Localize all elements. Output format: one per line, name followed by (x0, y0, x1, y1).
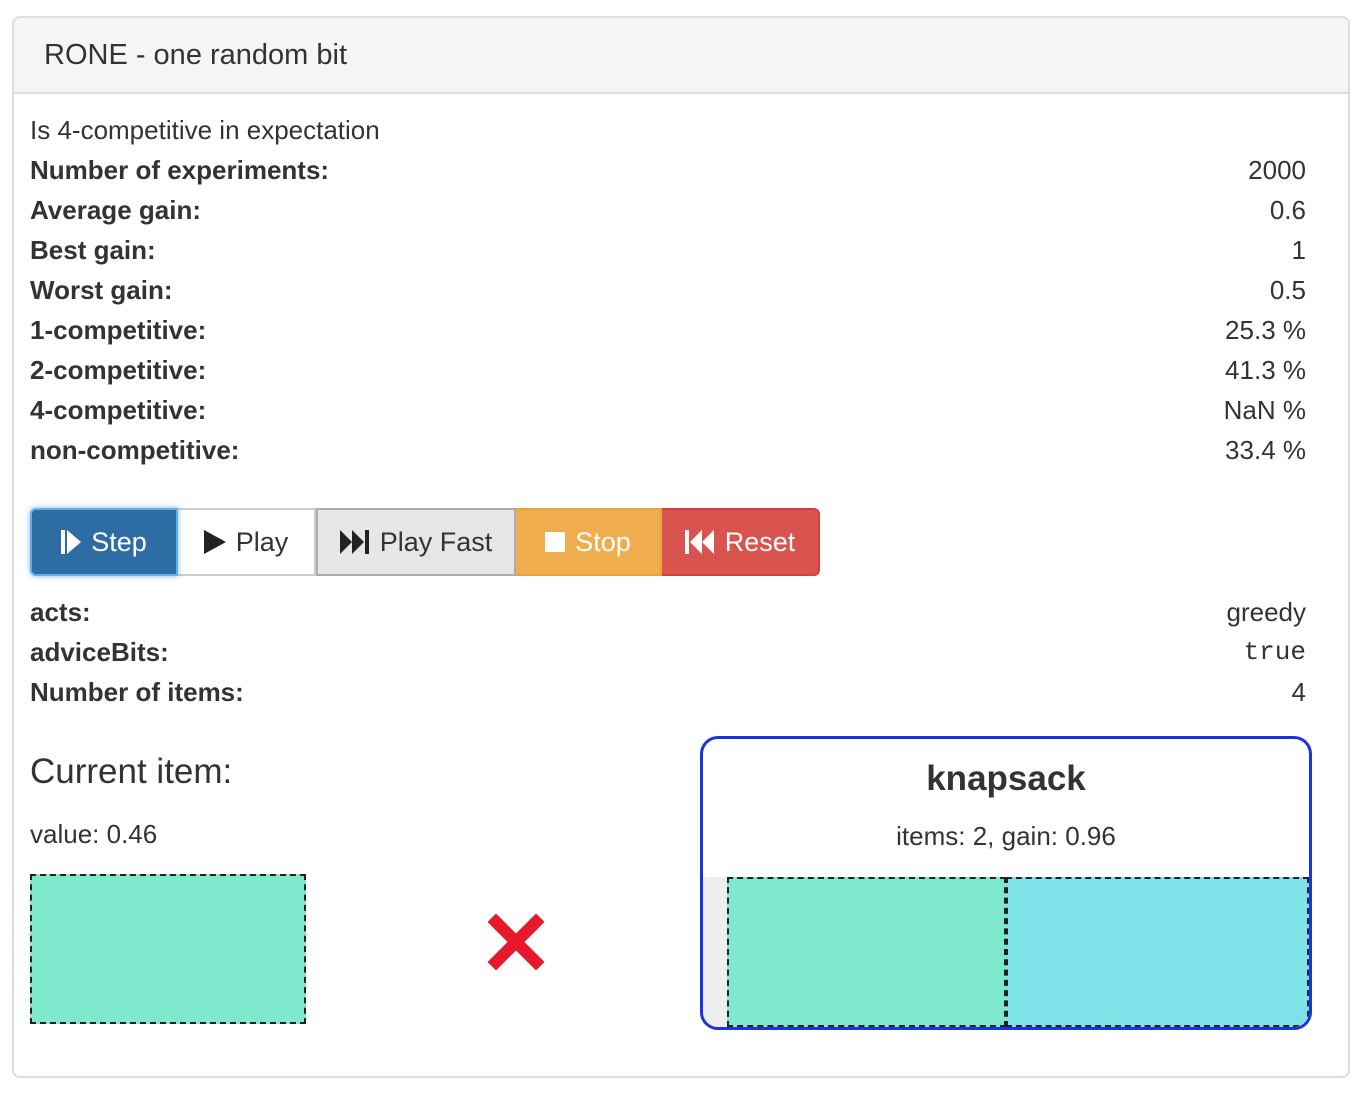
play-icon (203, 530, 226, 554)
knapsack-capacity-track (703, 877, 1309, 1027)
param-row-acts: acts: greedy (30, 592, 1306, 632)
parameters-list: acts: greedy adviceBits: true Number of … (30, 592, 1306, 712)
knapsack-info: items: 2, gain: 0.96 (896, 821, 1116, 851)
cross-icon (487, 913, 545, 971)
param-label: Number of items: (30, 677, 244, 707)
stat-row-1-competitive: 1-competitive: 25.3 % (30, 310, 1306, 350)
stop-icon (545, 532, 566, 552)
stat-row-2-competitive: 2-competitive: 41.3 % (30, 350, 1306, 390)
stat-row-experiments: Number of experiments: 2000 (30, 150, 1306, 190)
param-value: 4 (1291, 677, 1306, 707)
step-button[interactable]: Step (30, 508, 178, 576)
step-button-label: Step (91, 526, 147, 557)
stat-value: 33.4 % (1225, 435, 1306, 465)
current-item-box (30, 874, 306, 1024)
knapsack-title: knapsack (926, 759, 1086, 798)
stat-value: 1 (1291, 235, 1306, 265)
play-button-label: Play (235, 526, 289, 557)
stat-label: 4-competitive: (30, 395, 207, 425)
current-item-value: value: 0.46 (30, 819, 158, 849)
stats-list: Number of experiments: 2000 Average gain… (30, 150, 1306, 470)
play-button[interactable]: Play (178, 508, 316, 576)
stat-label: 1-competitive: (30, 315, 207, 345)
stat-value: 0.5 (1269, 275, 1306, 305)
reset-button-label: Reset (724, 526, 796, 557)
stat-row-non-competitive: non-competitive: 33.4 % (30, 430, 1306, 470)
param-row-advice-bits: adviceBits: true (30, 632, 1306, 672)
stat-label: Number of experiments: (30, 155, 330, 185)
param-value: true (1243, 637, 1306, 667)
panel-heading: RONE - one random bit (14, 18, 1348, 94)
algorithm-description: Is 4-competitive in expectation (30, 115, 380, 145)
knapsack-container: knapsack items: 2, gain: 0.96 (700, 736, 1312, 1030)
stat-value: 2000 (1248, 155, 1306, 185)
param-row-number-of-items: Number of items: 4 (30, 672, 1306, 712)
stat-label: Worst gain: (30, 275, 173, 305)
stat-label: non-competitive: (30, 435, 240, 465)
stat-label: 2-competitive: (30, 355, 207, 385)
current-item-title: Current item: (30, 752, 233, 791)
panel-title: RONE - one random bit (44, 38, 348, 71)
stat-value: 25.3 % (1225, 315, 1306, 345)
fast-forward-icon (339, 530, 370, 554)
stat-value: 0.6 (1269, 195, 1306, 225)
play-fast-button-label: Play Fast (379, 526, 493, 557)
stat-row-best-gain: Best gain: 1 (30, 230, 1306, 270)
stat-row-average-gain: Average gain: 0.6 (30, 190, 1306, 230)
stat-value: NaN % (1223, 395, 1306, 425)
step-forward-icon (61, 530, 82, 554)
stat-row-worst-gain: Worst gain: 0.5 (30, 270, 1306, 310)
stat-value: 41.3 % (1225, 355, 1306, 385)
param-label: acts: (30, 597, 91, 627)
rewind-to-start-icon (684, 530, 715, 554)
param-label: adviceBits: (30, 637, 169, 667)
stop-button[interactable]: Stop (516, 508, 662, 576)
stat-label: Best gain: (30, 235, 156, 265)
stat-label: Average gain: (30, 195, 201, 225)
play-fast-button[interactable]: Play Fast (316, 508, 516, 576)
knapsack-item (1006, 877, 1309, 1027)
reset-button[interactable]: Reset (662, 508, 820, 576)
stop-button-label: Stop (575, 526, 631, 557)
playback-controls: Step Play Play Fast Stop Reset (30, 508, 820, 576)
knapsack-item (727, 877, 1006, 1027)
stat-row-4-competitive: 4-competitive: NaN % (30, 390, 1306, 430)
param-value: greedy (1226, 597, 1307, 627)
